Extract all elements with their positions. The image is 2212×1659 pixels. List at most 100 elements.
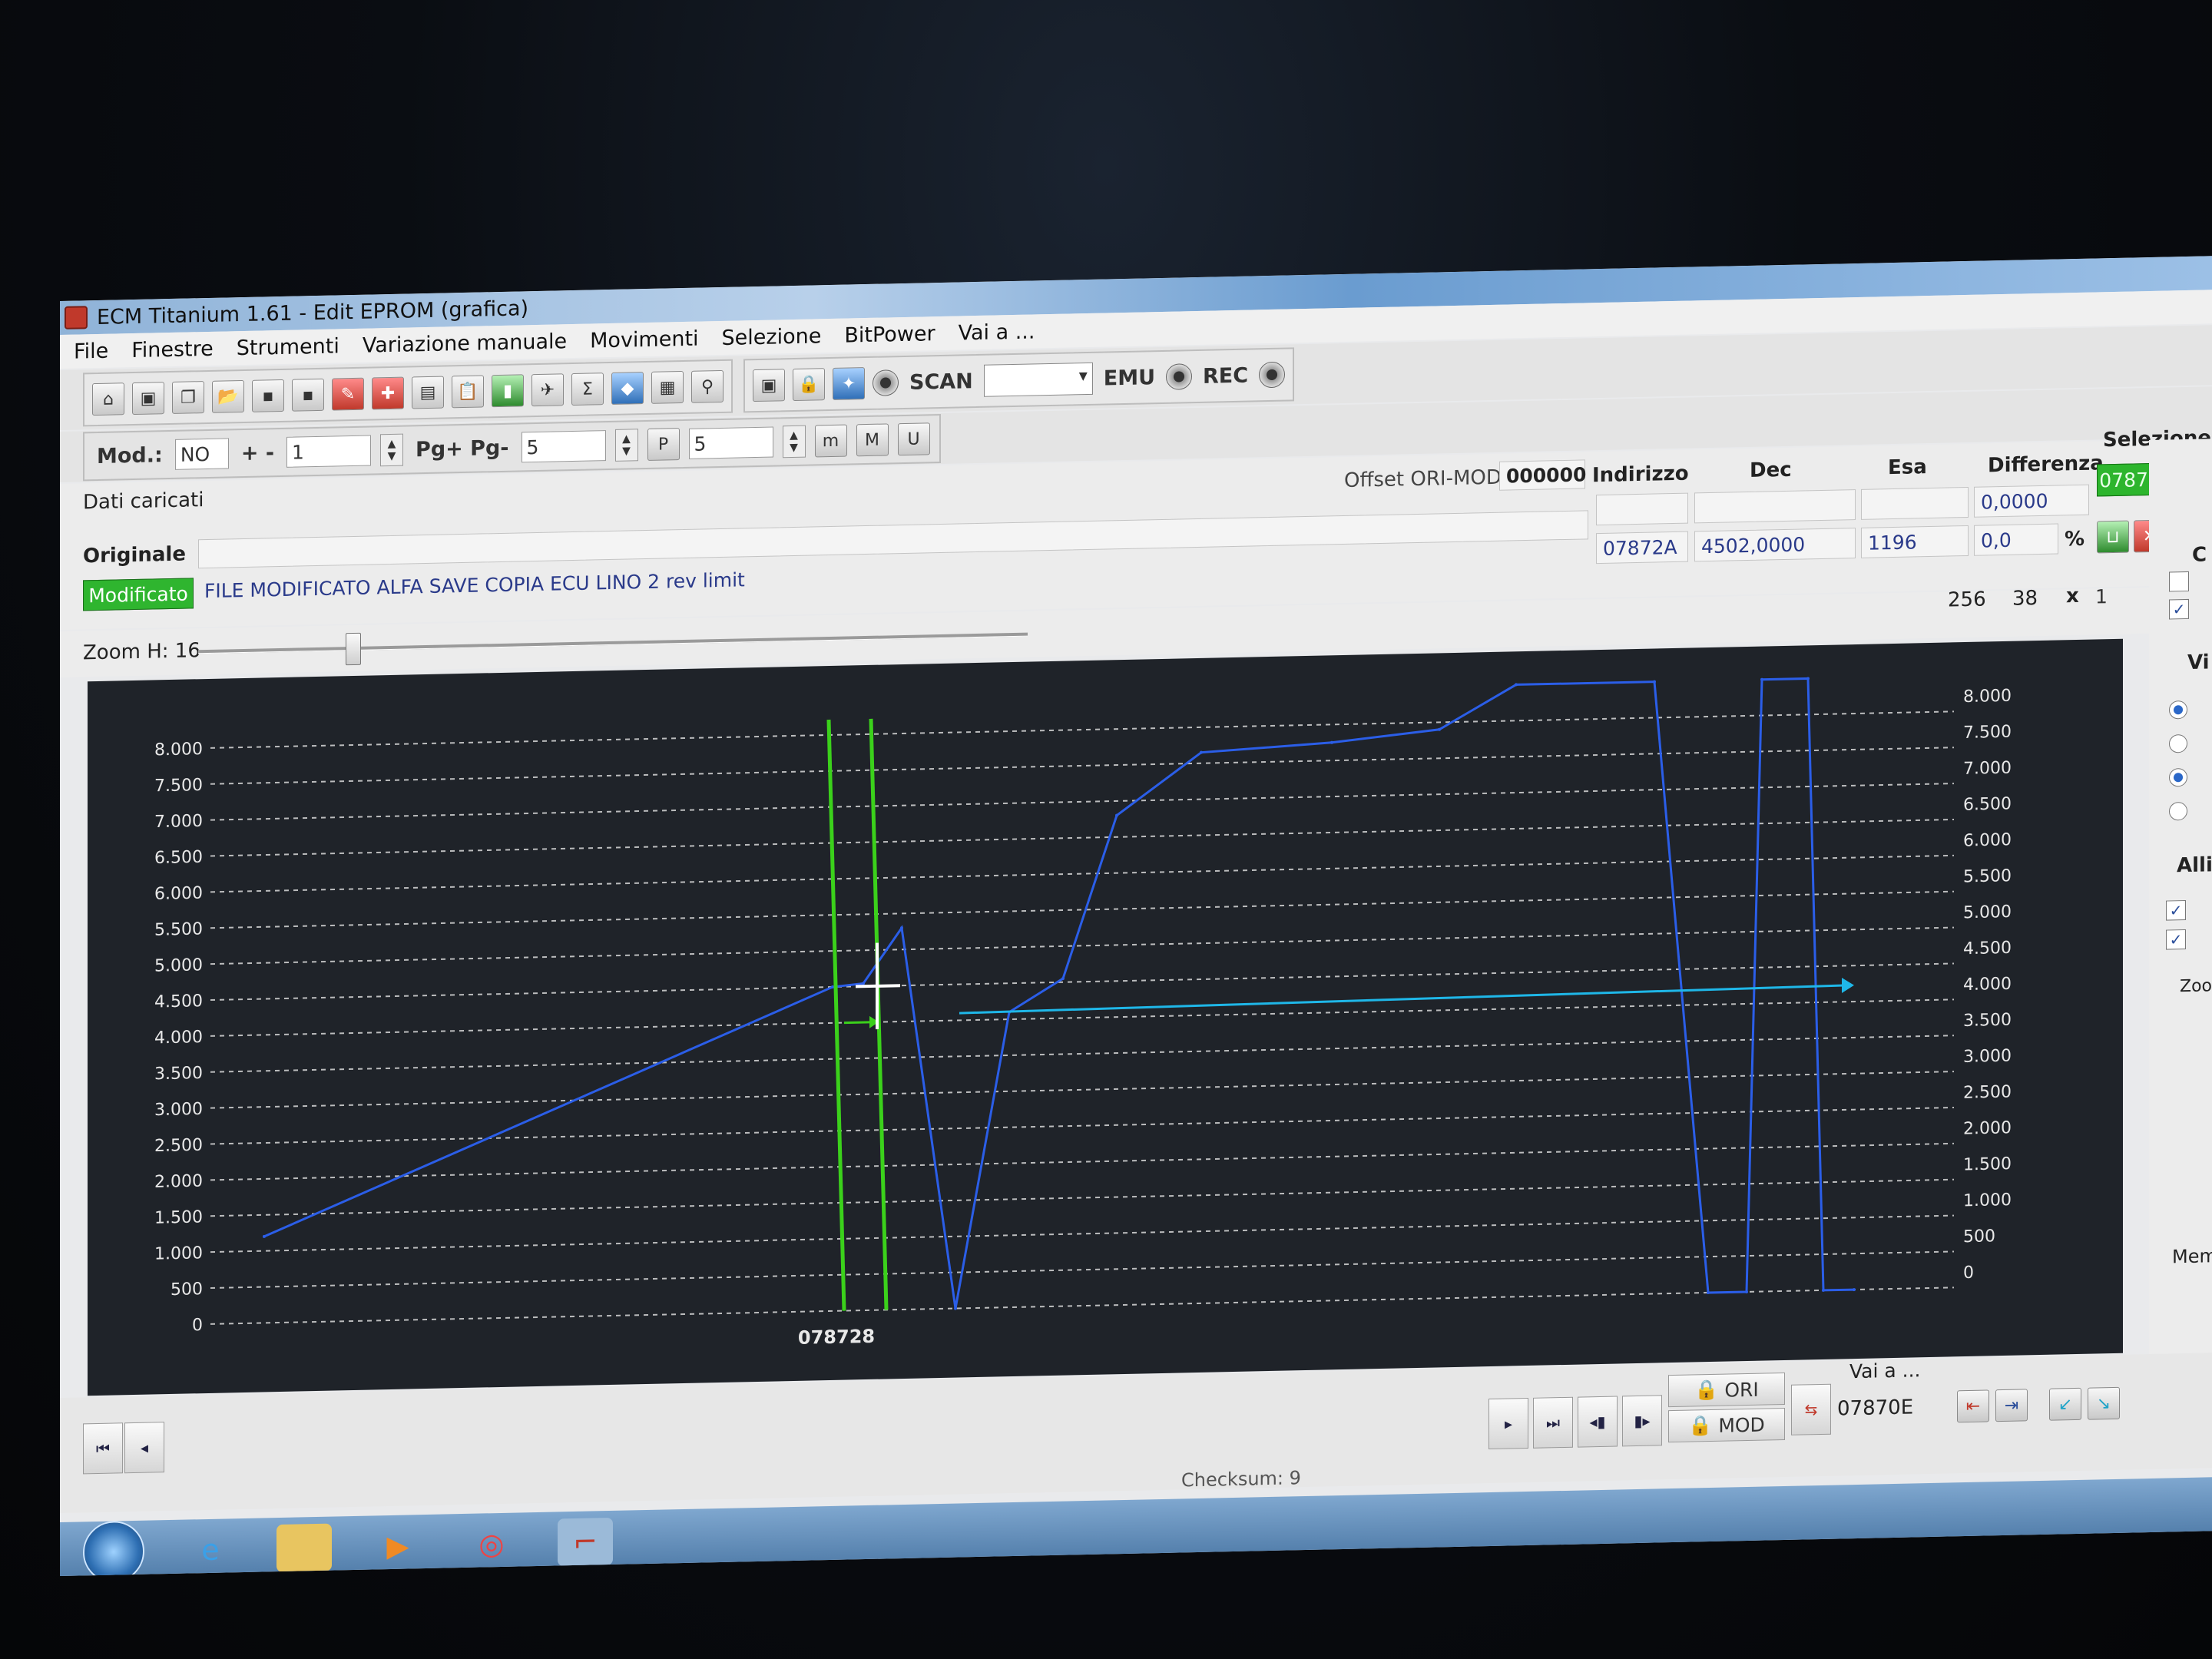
- menu-movimenti[interactable]: Movimenti: [590, 326, 698, 353]
- mod-field[interactable]: NO: [174, 438, 229, 470]
- ori-button[interactable]: 🔒 ORI: [1668, 1372, 1785, 1408]
- ecm-titanium-taskbar-icon[interactable]: ⌐: [558, 1517, 613, 1567]
- grid-line: [210, 926, 1954, 965]
- menu-file[interactable]: File: [74, 339, 108, 363]
- save-as-icon[interactable]: ▪: [292, 378, 324, 412]
- go-left-icon[interactable]: ⇤: [1957, 1389, 1989, 1423]
- play-icon[interactable]: ▸: [1488, 1397, 1528, 1450]
- data-point: [831, 985, 834, 989]
- grid-line: [210, 818, 1954, 857]
- scan-select[interactable]: [983, 362, 1093, 397]
- fast-forward-icon[interactable]: ⏭: [1533, 1396, 1573, 1449]
- y-tick-label-left: 6.500: [154, 848, 203, 868]
- step-back-icon[interactable]: ◂▮: [1578, 1396, 1618, 1448]
- go-right-icon[interactable]: ⇥: [1995, 1389, 2028, 1422]
- zoom-slider-thumb[interactable]: [346, 632, 361, 666]
- map-icon[interactable]: ▤: [412, 376, 444, 409]
- menu-strumenti[interactable]: Strumenti: [237, 334, 339, 360]
- checksum-status: Checksum: 9: [1181, 1467, 1301, 1492]
- y-tick-label-right: 6.500: [1963, 794, 2012, 814]
- grid-line: [210, 962, 1954, 1002]
- scan-button[interactable]: SCAN: [909, 369, 973, 395]
- tools-icon[interactable]: ✈: [531, 373, 564, 407]
- home-icon[interactable]: ⌂: [92, 382, 124, 416]
- p-field[interactable]: 5: [688, 426, 773, 459]
- y-tick-label-left: 3.500: [154, 1064, 203, 1084]
- menu-finestre[interactable]: Finestre: [131, 336, 214, 362]
- grid-icon[interactable]: ▦: [651, 370, 684, 404]
- esa-value[interactable]: 1196: [1861, 525, 1969, 558]
- shapes-icon[interactable]: ◆: [611, 372, 644, 405]
- align-checkbox-1[interactable]: ✓: [2166, 900, 2186, 921]
- battery-icon[interactable]: ▮: [492, 374, 524, 408]
- y-tick-label-left: 3.000: [154, 1100, 203, 1120]
- edit-icon[interactable]: ✎: [332, 377, 364, 411]
- y-tick-label-left: 4.000: [154, 1028, 203, 1048]
- save-icon[interactable]: ▪: [252, 379, 284, 412]
- step-forward-icon[interactable]: ▮▸: [1622, 1395, 1662, 1447]
- mark-right-icon[interactable]: ↘: [2088, 1386, 2120, 1420]
- sum-icon[interactable]: Σ: [571, 373, 604, 406]
- m-upper-button[interactable]: M: [856, 423, 889, 457]
- first-page-icon[interactable]: ⏮: [83, 1422, 123, 1475]
- eprom-chart[interactable]: 8.000 8.000 7.500 7.500 7.000 7.000 6.500 6.500…: [88, 638, 2123, 1396]
- view-radio-2[interactable]: [2169, 733, 2187, 753]
- runner-icon[interactable]: ✦: [833, 367, 865, 400]
- offset-field[interactable]: 000000: [1499, 459, 1586, 491]
- copy-icon[interactable]: ❐: [172, 381, 204, 414]
- option-checkbox-2[interactable]: ✓: [2169, 598, 2189, 620]
- menu-variazione-manuale[interactable]: Variazione manuale: [363, 329, 567, 358]
- ori-button-label: ORI: [1724, 1378, 1759, 1402]
- step-field[interactable]: 1: [286, 435, 372, 468]
- lock-icon[interactable]: 🔒: [793, 368, 825, 402]
- emu-button[interactable]: EMU: [1104, 366, 1155, 390]
- m-lower-button[interactable]: m: [814, 424, 847, 458]
- dec-value[interactable]: 4502,0000: [1694, 528, 1856, 562]
- align-checkbox-2[interactable]: ✓: [2166, 929, 2186, 950]
- indirizzo-value[interactable]: 07872A: [1596, 531, 1688, 565]
- page-field[interactable]: 5: [521, 430, 606, 463]
- open-folder-icon[interactable]: 📂: [212, 379, 244, 413]
- menu-vai-a[interactable]: Vai a ...: [959, 320, 1035, 345]
- compare-icon[interactable]: ✚: [372, 376, 404, 410]
- sync-icon[interactable]: ⇆: [1791, 1383, 1831, 1435]
- vai-a-address[interactable]: 07870E: [1837, 1396, 1913, 1420]
- y-tick-label-left: 6.000: [154, 884, 203, 904]
- application-window: ECM Titanium 1.61 - Edit EPROM (grafica)…: [60, 256, 2212, 1577]
- select-range-icon[interactable]: ⊔: [2097, 520, 2129, 554]
- internet-explorer-icon[interactable]: e: [183, 1525, 238, 1575]
- option-checkbox-1[interactable]: [2169, 571, 2189, 592]
- percent-value[interactable]: 0,0: [1974, 523, 2058, 556]
- windows-icon[interactable]: ▣: [132, 382, 164, 416]
- zoom-slider-track[interactable]: [198, 632, 1028, 654]
- esa-ori-field: [1861, 486, 1969, 520]
- chart-svg[interactable]: 8.000 8.000 7.500 7.500 7.000 7.000 6.500 6.500…: [88, 639, 2123, 1396]
- p-spinner[interactable]: ▲ ▼: [782, 425, 806, 459]
- multiplier-field[interactable]: 1: [2091, 580, 2144, 611]
- view-radio-4[interactable]: [2169, 801, 2187, 821]
- grid-line: [210, 1250, 1954, 1290]
- prev-page-icon[interactable]: ◂: [124, 1422, 164, 1474]
- menu-bitpower[interactable]: BitPower: [844, 322, 935, 347]
- rec-button[interactable]: REC: [1203, 363, 1248, 388]
- y-tick-label-left: 2.500: [154, 1136, 203, 1156]
- menu-selezione[interactable]: Selezione: [722, 324, 822, 350]
- chrome-icon[interactable]: ◎: [464, 1519, 519, 1568]
- u-button[interactable]: U: [897, 422, 930, 456]
- mod-button[interactable]: 🔒 MOD: [1668, 1407, 1785, 1443]
- device-icon[interactable]: ▣: [753, 369, 785, 402]
- media-player-icon[interactable]: ▶: [370, 1522, 426, 1571]
- file-explorer-icon[interactable]: [276, 1523, 332, 1573]
- start-button-icon[interactable]: [83, 1520, 144, 1577]
- mark-left-icon[interactable]: ↙: [2049, 1387, 2081, 1421]
- binoculars-icon[interactable]: ⚲: [691, 369, 724, 403]
- view-radio-3[interactable]: [2169, 767, 2187, 787]
- clipboard-icon[interactable]: 📋: [452, 375, 484, 409]
- cursor-arrow-head: [1842, 978, 1854, 994]
- p-button[interactable]: P: [647, 428, 680, 461]
- window-title: ECM Titanium 1.61 - Edit EPROM (grafica): [97, 296, 529, 329]
- grid-line: [210, 710, 1954, 749]
- step-spinner[interactable]: ▲ ▼: [380, 433, 404, 467]
- view-radio-1[interactable]: [2169, 700, 2187, 720]
- page-spinner[interactable]: ▲ ▼: [614, 429, 638, 462]
